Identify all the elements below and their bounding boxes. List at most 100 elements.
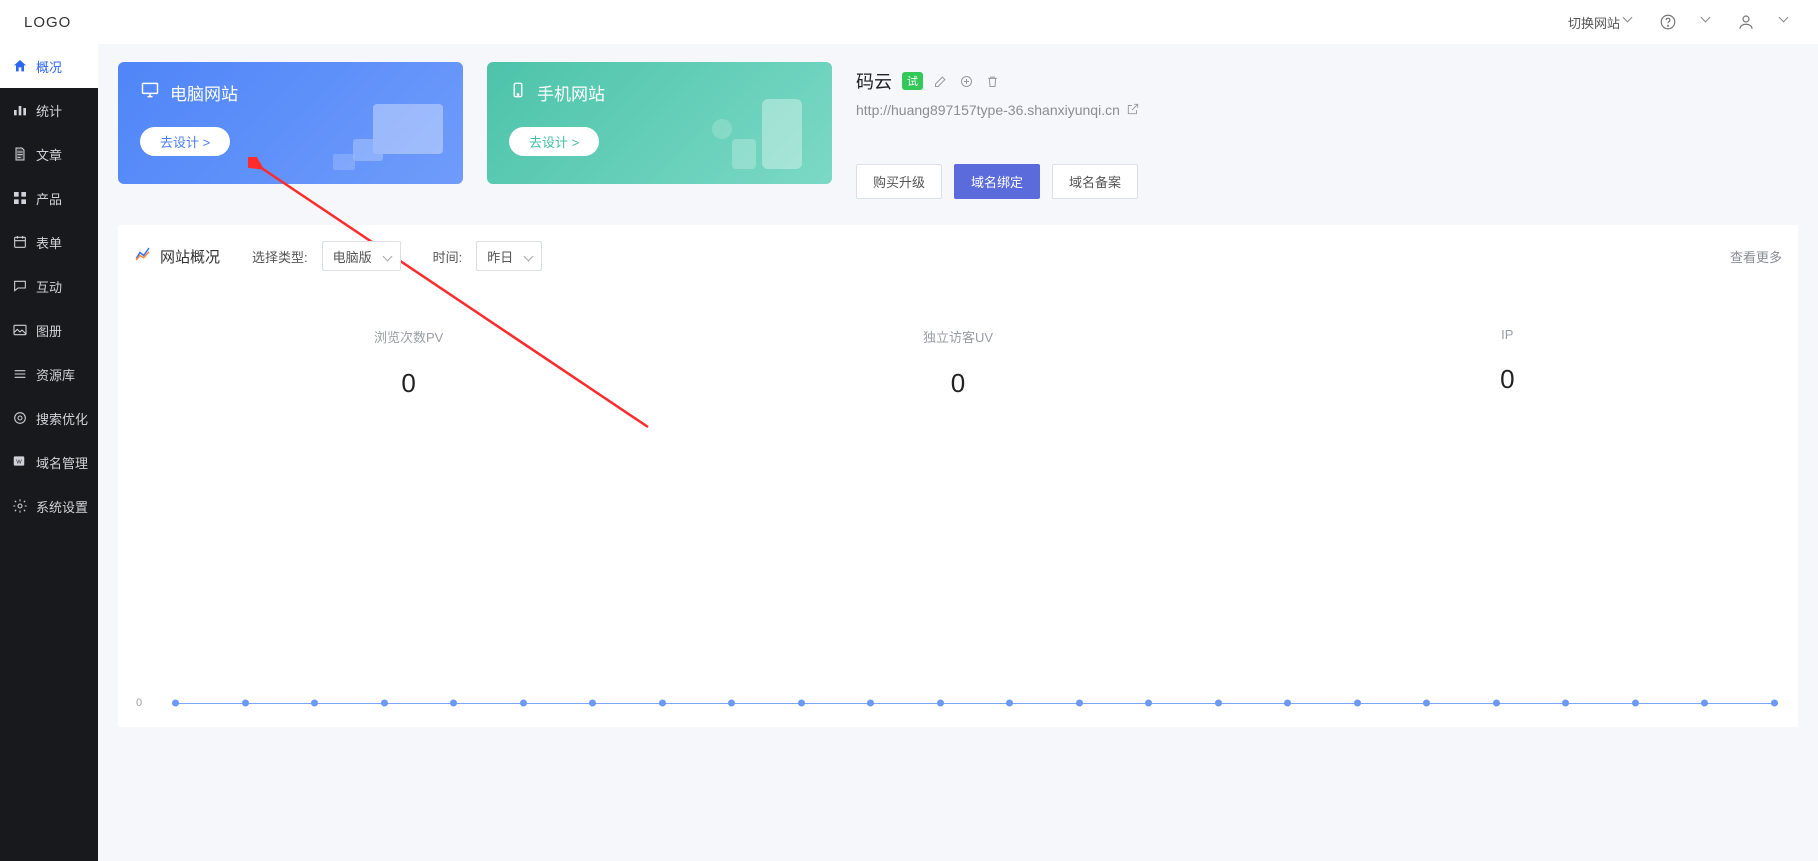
chart-icon: [134, 245, 152, 267]
topbar-right: 切换网站: [1568, 12, 1790, 32]
sidebar-item-overview[interactable]: 概况: [0, 44, 98, 88]
type-label: 选择类型:: [252, 247, 308, 266]
sidebar-item-label: 互动: [36, 277, 62, 296]
chart-point: [798, 700, 805, 707]
chart-point: [311, 700, 318, 707]
calendar-icon: [12, 234, 28, 250]
metric-value: 0: [683, 368, 1232, 399]
time-value: 昨日: [487, 247, 513, 266]
buy-upgrade-button[interactable]: 购买升级: [856, 164, 942, 199]
chart-point: [728, 700, 735, 707]
metric-value: 0: [1233, 364, 1782, 395]
switch-site-dropdown[interactable]: 切换网站: [1568, 13, 1634, 32]
image-icon: [12, 322, 28, 338]
sidebar: 概况 统计 文章 产品 表单: [0, 44, 98, 861]
mobile-icon: [509, 80, 527, 105]
target-icon: [12, 410, 28, 426]
pc-design-button[interactable]: 去设计 >: [140, 127, 230, 156]
chart-point: [1701, 700, 1708, 707]
logo: LOGO: [24, 14, 71, 31]
sidebar-item-label: 系统设置: [36, 497, 88, 516]
sidebar-item-domain[interactable]: W 域名管理: [0, 440, 98, 484]
chevron-down-icon: [1780, 17, 1790, 27]
chevron-down-icon: [1702, 17, 1712, 27]
chart-point: [1354, 700, 1361, 707]
view-more-link[interactable]: 查看更多: [1730, 247, 1782, 266]
sidebar-item-product[interactable]: 产品: [0, 176, 98, 220]
sidebar-item-label: 概况: [36, 57, 62, 76]
overview-panel: 网站概况 选择类型: 电脑版 时间: 昨日 查看更多 浏览次数PV 0 独立访客…: [118, 225, 1798, 727]
chart-point: [242, 700, 249, 707]
chart-point: [867, 700, 874, 707]
sidebar-item-album[interactable]: 图册: [0, 308, 98, 352]
hero-row: 电脑网站 去设计 > 手机网站 去设计 > 码云: [118, 62, 1818, 199]
bind-domain-button[interactable]: 域名绑定: [954, 164, 1040, 199]
y-axis-zero: 0: [136, 697, 142, 709]
mobile-site-tile: 手机网站 去设计 >: [487, 62, 832, 184]
metric-value: 0: [134, 368, 683, 399]
sidebar-item-article[interactable]: 文章: [0, 132, 98, 176]
metrics-row: 浏览次数PV 0 独立访客UV 0 IP 0: [134, 327, 1782, 399]
time-label: 时间:: [433, 247, 463, 266]
main: 电脑网站 去设计 > 手机网站 去设计 > 码云: [98, 44, 1818, 861]
metric-uv: 独立访客UV 0: [683, 327, 1232, 399]
help-icon[interactable]: [1658, 12, 1678, 32]
sidebar-item-label: 域名管理: [36, 453, 88, 472]
sidebar-item-interact[interactable]: 互动: [0, 264, 98, 308]
external-link-icon[interactable]: [1126, 102, 1142, 118]
decoration-icon: [692, 84, 832, 184]
chat-icon: [12, 278, 28, 294]
metric-label: IP: [1233, 327, 1782, 342]
type-value: 电脑版: [333, 247, 372, 266]
chart-point: [1771, 700, 1778, 707]
metric-label: 浏览次数PV: [134, 327, 683, 346]
chevron-down-icon: [1624, 17, 1634, 27]
sidebar-item-label: 产品: [36, 189, 62, 208]
sidebar-item-label: 文章: [36, 145, 62, 164]
add-icon[interactable]: [959, 73, 975, 89]
delete-icon[interactable]: [985, 73, 1001, 89]
chart-point: [1632, 700, 1639, 707]
mobile-design-button[interactable]: 去设计 >: [509, 127, 599, 156]
chart: 0: [134, 459, 1782, 719]
metric-label: 独立访客UV: [683, 327, 1232, 346]
sidebar-item-settings[interactable]: 系统设置: [0, 484, 98, 528]
stats-icon: [12, 102, 28, 118]
pc-site-tile: 电脑网站 去设计 >: [118, 62, 463, 184]
svg-text:W: W: [16, 459, 22, 465]
panel-header: 网站概况 选择类型: 电脑版 时间: 昨日 查看更多: [134, 241, 1782, 271]
chart-point: [520, 700, 527, 707]
topbar: LOGO 切换网站: [0, 0, 1818, 44]
site-url: http://huang897157type-36.shanxiyunqi.cn: [856, 102, 1120, 118]
monitor-icon: [140, 80, 160, 105]
trial-badge: 试: [902, 72, 923, 90]
chart-point: [450, 700, 457, 707]
edit-icon[interactable]: [933, 73, 949, 89]
chart-point: [589, 700, 596, 707]
layers-icon: [12, 366, 28, 382]
domain-record-button[interactable]: 域名备案: [1052, 164, 1138, 199]
chart-point: [1493, 700, 1500, 707]
sidebar-item-form[interactable]: 表单: [0, 220, 98, 264]
chart-point: [1284, 700, 1291, 707]
document-icon: [12, 146, 28, 162]
sidebar-item-label: 资源库: [36, 365, 75, 384]
metric-ip: IP 0: [1233, 327, 1782, 399]
chart-point: [1423, 700, 1430, 707]
pc-tile-title: 电脑网站: [170, 80, 238, 105]
home-icon: [12, 58, 28, 74]
metric-pv: 浏览次数PV 0: [134, 327, 683, 399]
site-info: 码云 试 http://huang897157type-36.shanxiyun…: [856, 62, 1818, 199]
sidebar-item-label: 统计: [36, 101, 62, 120]
time-select[interactable]: 昨日: [476, 241, 542, 271]
user-icon[interactable]: [1736, 12, 1756, 32]
chart-point: [381, 700, 388, 707]
switch-site-label: 切换网站: [1568, 13, 1620, 32]
chart-points: [172, 703, 1778, 710]
sidebar-item-resource[interactable]: 资源库: [0, 352, 98, 396]
sidebar-item-stats[interactable]: 统计: [0, 88, 98, 132]
chart-point: [937, 700, 944, 707]
type-select[interactable]: 电脑版: [322, 241, 401, 271]
sidebar-item-seo[interactable]: 搜索优化: [0, 396, 98, 440]
chart-point: [172, 700, 179, 707]
